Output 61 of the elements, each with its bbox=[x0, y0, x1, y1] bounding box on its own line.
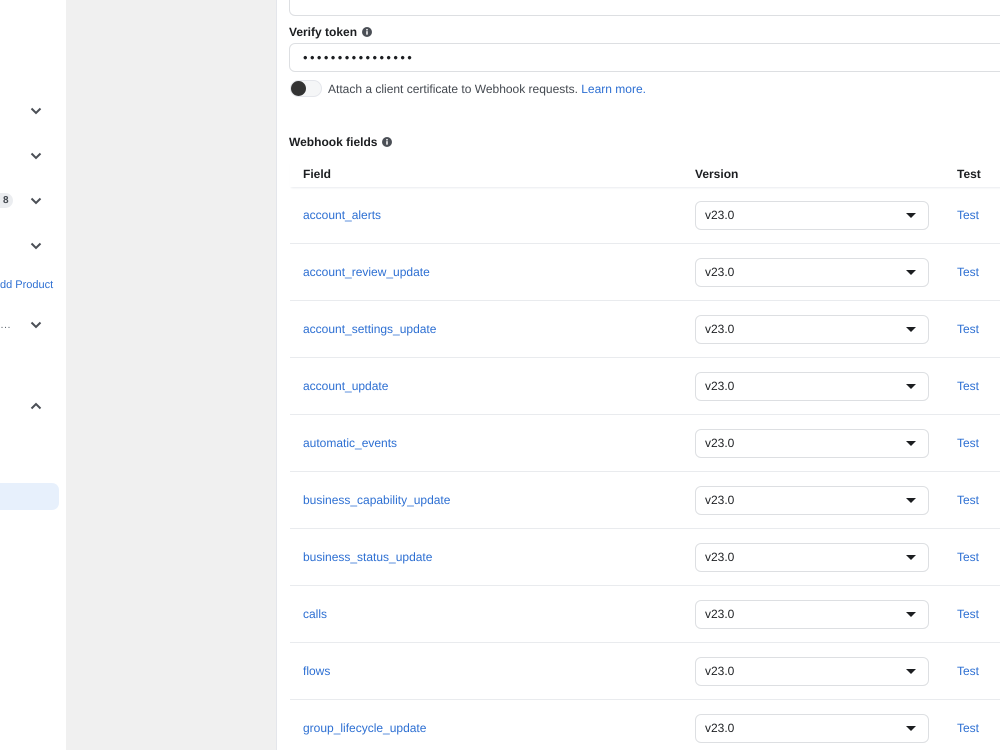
version-dropdown[interactable]: v23.0 bbox=[695, 714, 929, 742]
text-field[interactable] bbox=[289, 0, 1000, 16]
test-link[interactable]: Test bbox=[957, 208, 980, 222]
field-name-link[interactable]: account_alerts bbox=[303, 208, 382, 222]
field-name-link[interactable]: account_update bbox=[303, 379, 388, 393]
version-dropdown[interactable]: v23.0 bbox=[695, 372, 929, 400]
column-header: Field bbox=[302, 166, 332, 180]
field-name-link[interactable]: account_settings_update bbox=[303, 322, 436, 336]
test-link[interactable]: Test bbox=[957, 607, 980, 621]
field-name-link[interactable]: calls bbox=[303, 607, 328, 621]
section-title: Webhook fields bbox=[289, 134, 378, 148]
password-field[interactable]: •••••••••••••••• bbox=[289, 43, 1000, 72]
caret-icon bbox=[906, 326, 916, 332]
test-link[interactable]: Test bbox=[957, 265, 980, 279]
column-header: Test bbox=[956, 166, 982, 180]
test-link[interactable]: Test bbox=[957, 664, 980, 678]
count-badge: 8 bbox=[0, 193, 13, 208]
version-dropdown[interactable]: v23.0 bbox=[695, 600, 929, 628]
field-label: Verify token bbox=[289, 24, 358, 38]
caret-icon bbox=[906, 440, 916, 446]
add-product-link[interactable]: dd Product bbox=[0, 279, 54, 291]
caret-icon bbox=[906, 212, 916, 218]
test-link[interactable]: Test bbox=[957, 493, 980, 507]
version-dropdown[interactable]: v23.0 bbox=[695, 428, 929, 458]
test-link[interactable]: Test bbox=[957, 550, 980, 564]
chevron-icon[interactable] bbox=[30, 242, 42, 250]
chevron-icon[interactable] bbox=[30, 196, 42, 204]
caret-icon bbox=[906, 668, 916, 674]
chevron-icon[interactable] bbox=[30, 152, 42, 160]
test-link[interactable]: Test bbox=[957, 721, 980, 735]
info-icon[interactable] bbox=[362, 26, 372, 36]
caret-icon bbox=[906, 554, 916, 560]
version-dropdown[interactable]: v23.0 bbox=[695, 486, 929, 514]
version-dropdown[interactable]: v23.0 bbox=[695, 542, 929, 572]
caret-icon bbox=[906, 726, 916, 730]
chevron-icon[interactable] bbox=[30, 106, 42, 114]
test-link[interactable]: Test bbox=[957, 436, 980, 450]
info-icon[interactable] bbox=[382, 136, 392, 146]
field-name-link[interactable]: automatic_events bbox=[303, 436, 398, 450]
version-dropdown[interactable]: v23.0 bbox=[695, 258, 929, 286]
caret-icon bbox=[906, 270, 916, 274]
caret-icon bbox=[906, 612, 916, 616]
field-name-link[interactable]: group_lifecycle_update bbox=[303, 721, 426, 735]
toggle-switch[interactable] bbox=[290, 80, 322, 97]
chevron-icon[interactable] bbox=[30, 402, 42, 410]
test-link[interactable]: Test bbox=[957, 322, 980, 336]
test-link[interactable]: Test bbox=[957, 379, 980, 393]
field-name-link[interactable]: account_review_update bbox=[303, 265, 430, 279]
column-header: Version bbox=[694, 166, 740, 180]
version-dropdown[interactable]: v23.0 bbox=[695, 314, 929, 344]
learn-more-link[interactable]: Learn more. bbox=[581, 82, 646, 96]
version-dropdown[interactable]: v23.0 bbox=[695, 200, 929, 230]
caret-icon bbox=[906, 498, 916, 502]
sidebar-item-label[interactable]: … bbox=[0, 318, 11, 330]
caret-icon bbox=[906, 384, 916, 388]
certificate-text: Attach a client certificate to Webhook requests. Learn more. bbox=[328, 82, 646, 96]
field-name-link[interactable]: business_capability_update bbox=[303, 493, 450, 507]
field-name-link[interactable]: business_status_update bbox=[303, 550, 432, 564]
version-dropdown[interactable]: v23.0 bbox=[695, 656, 929, 686]
chevron-icon[interactable] bbox=[30, 320, 42, 328]
field-name-link[interactable]: flows bbox=[303, 664, 330, 678]
